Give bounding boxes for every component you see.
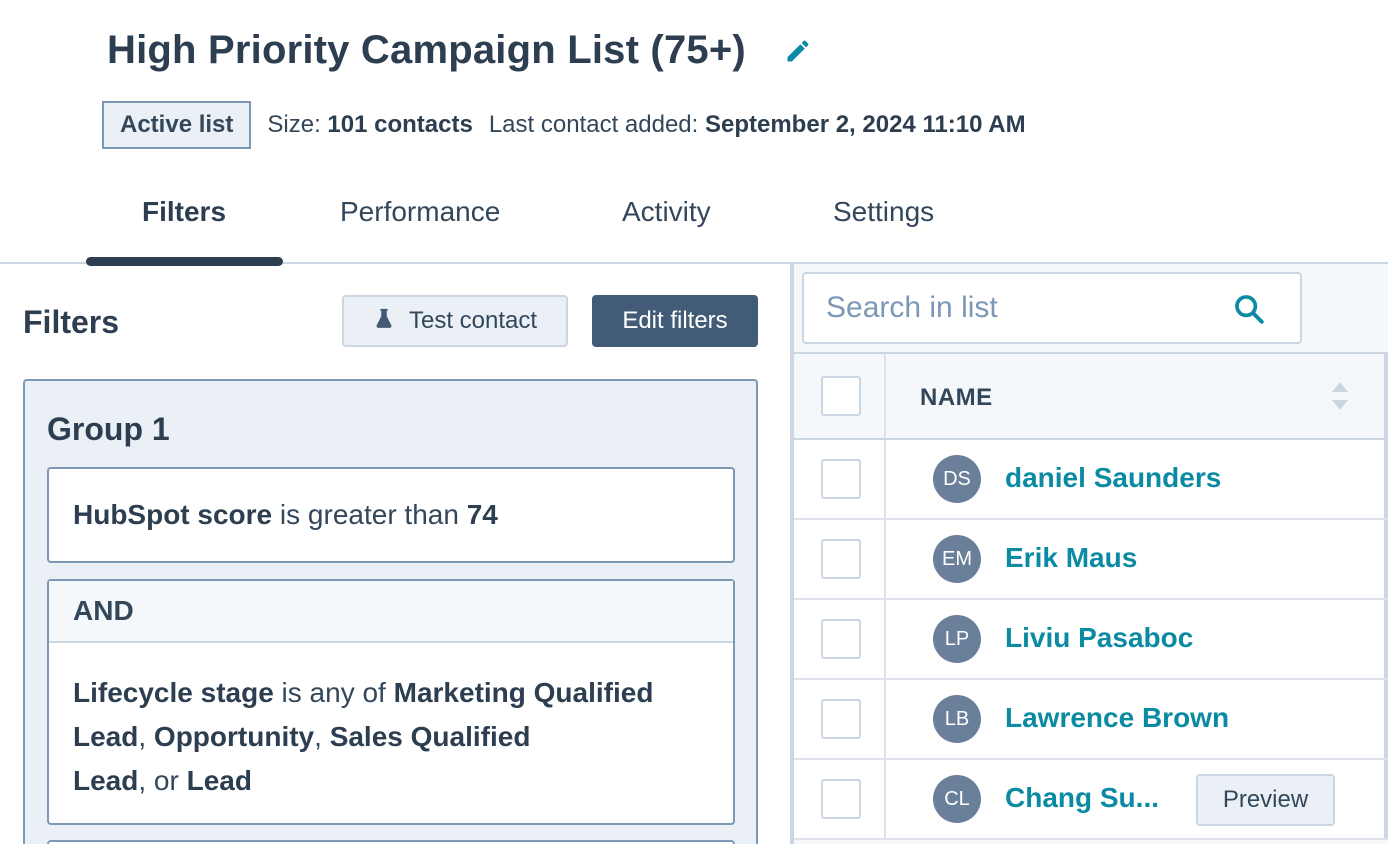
edit-filters-button[interactable]: Edit filters — [592, 295, 758, 347]
contacts-panel: NAME DS daniel Saunders EM Erik Maus LP … — [794, 264, 1388, 844]
contact-name-link[interactable]: Liviu Pasaboc — [1005, 622, 1193, 654]
column-divider — [884, 354, 886, 438]
table-edge — [1384, 680, 1388, 758]
table-header: NAME — [794, 352, 1388, 440]
search-input[interactable] — [826, 291, 1206, 325]
sort-icon[interactable] — [1330, 380, 1350, 417]
filters-panel: Filters Test contact Edit filters Group … — [0, 264, 790, 844]
separator: , — [314, 721, 330, 752]
avatar: EM — [933, 535, 981, 583]
table-edge — [1384, 520, 1388, 598]
filter-rule-hubspot-score[interactable]: HubSpot score is greater than 74 — [47, 467, 735, 563]
row-checkbox[interactable] — [821, 619, 861, 659]
column-header-name[interactable]: NAME — [920, 384, 993, 412]
filters-heading: Filters — [23, 304, 120, 340]
column-divider — [884, 600, 886, 678]
last-added-label: Last contact added: — [488, 111, 699, 138]
avatar: CL — [933, 775, 981, 823]
filter-property: HubSpot score — [73, 499, 273, 530]
table-row: LB Lawrence Brown — [794, 680, 1388, 760]
avatar: LB — [933, 695, 981, 743]
contact-name-link[interactable]: daniel Saunders — [1005, 462, 1221, 494]
contacts-table: NAME DS daniel Saunders EM Erik Maus LP … — [794, 352, 1388, 840]
filter-operator: is greater than — [272, 499, 467, 530]
column-divider — [884, 520, 886, 598]
row-checkbox[interactable] — [821, 699, 861, 739]
separator: , or — [138, 765, 187, 796]
list-size: Size: 101 contacts — [267, 111, 472, 139]
filter-rule-text: Lifecycle stage is any of Marketing Qual… — [49, 643, 733, 831]
tab-performance[interactable]: Performance — [340, 196, 500, 228]
column-divider — [884, 440, 886, 518]
search-box — [802, 272, 1302, 344]
pencil-icon[interactable] — [784, 37, 812, 65]
test-contact-button[interactable]: Test contact — [342, 295, 568, 347]
page-header: High Priority Campaign List (75+) — [107, 28, 812, 73]
preview-button[interactable]: Preview — [1196, 774, 1335, 826]
test-contact-label: Test contact — [408, 307, 538, 334]
avatar: DS — [933, 455, 981, 503]
contact-name-link[interactable]: Erik Maus — [1005, 542, 1137, 574]
table-edge — [1384, 440, 1388, 518]
filter-operator: is any of — [273, 677, 394, 708]
table-edge — [1384, 354, 1388, 438]
table-row: LP Liviu Pasaboc — [794, 600, 1388, 680]
table-edge — [1384, 600, 1388, 678]
tab-settings[interactable]: Settings — [833, 196, 934, 228]
status-badge: Active list — [102, 101, 252, 149]
search-icon[interactable] — [1232, 292, 1266, 331]
last-contact-added: Last contact added: September 2, 2024 11… — [489, 111, 1026, 139]
contact-name-link[interactable]: Chang Su... — [1005, 782, 1159, 814]
size-label: Size: — [267, 111, 321, 138]
filter-rule-lifecycle-stage[interactable]: AND Lifecycle stage is any of Marketing … — [47, 579, 735, 825]
filter-value: Lead — [186, 765, 252, 796]
filter-group: Group 1 HubSpot score is greater than 74… — [23, 379, 758, 844]
tab-filters[interactable]: Filters — [142, 196, 226, 228]
row-checkbox[interactable] — [821, 779, 861, 819]
table-row: EM Erik Maus — [794, 520, 1388, 600]
filter-property: Lifecycle stage — [73, 677, 274, 708]
select-all-checkbox[interactable] — [821, 376, 861, 416]
row-checkbox[interactable] — [821, 459, 861, 499]
table-row: CL Chang Su... Preview — [794, 760, 1388, 840]
page-title: High Priority Campaign List (75+) — [107, 28, 746, 72]
table-edge — [1384, 760, 1388, 838]
and-operator-label: AND — [49, 581, 733, 643]
filter-rule-next[interactable] — [47, 840, 735, 844]
group-title: Group 1 — [47, 411, 170, 447]
filter-value: 74 — [466, 499, 498, 530]
size-value: 101 contacts — [327, 111, 473, 138]
row-checkbox[interactable] — [821, 539, 861, 579]
column-divider — [884, 680, 886, 758]
contact-name-link[interactable]: Lawrence Brown — [1005, 702, 1229, 734]
tab-bar: Filters Performance Activity Settings — [0, 178, 1388, 266]
last-added-value: September 2, 2024 11:10 AM — [704, 111, 1026, 138]
tab-activity[interactable]: Activity — [622, 196, 711, 228]
avatar: LP — [933, 615, 981, 663]
column-divider — [884, 760, 886, 838]
filter-value: Opportunity — [153, 721, 315, 752]
table-row: DS daniel Saunders — [794, 440, 1388, 520]
flask-icon — [373, 307, 395, 336]
separator: , — [138, 721, 154, 752]
list-meta: Active list Size: 101 contacts Last cont… — [102, 101, 1042, 149]
